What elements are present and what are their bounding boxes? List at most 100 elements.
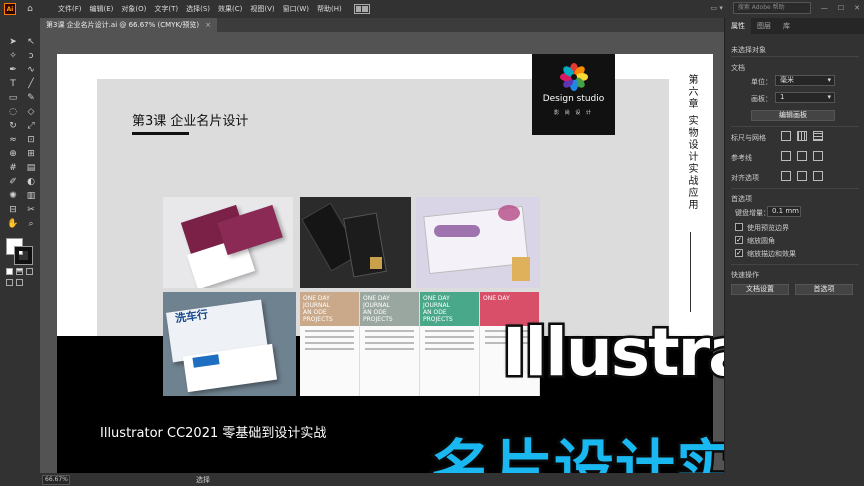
artboard-tool-icon[interactable]: ⊟ <box>6 204 20 216</box>
maximize-icon[interactable]: ☐ <box>838 4 844 12</box>
menu-window[interactable]: 窗口(W) <box>279 4 313 14</box>
none-mode-icon[interactable] <box>26 268 33 275</box>
tab-layers[interactable]: 图层 <box>751 18 777 34</box>
document-setup-button[interactable]: 文档设置 <box>731 284 789 295</box>
draw-normal-icon[interactable] <box>6 279 13 286</box>
magic-wand-icon[interactable]: ✧ <box>6 50 20 62</box>
slice-tool-icon[interactable]: ✂ <box>24 204 38 216</box>
fill-stroke-control[interactable] <box>6 238 33 265</box>
graph-tool-icon[interactable]: ▥ <box>24 190 38 202</box>
guides-label: 参考线 <box>731 154 752 162</box>
logo-title: Design studio <box>542 94 605 104</box>
draw-mode-row <box>6 279 40 286</box>
preview-bounds-checkbox[interactable] <box>735 223 743 231</box>
ruler-icon[interactable] <box>781 131 791 141</box>
selection-tool-icon[interactable]: ➤ <box>6 36 20 48</box>
menu-right: ▭ ▾ 搜索 Adobe 帮助 — ☐ ✕ <box>710 2 860 14</box>
minimize-icon[interactable]: — <box>821 4 828 12</box>
overlay-title-cn: 名片设计实例 <box>430 432 725 474</box>
lock-guides-icon[interactable] <box>797 151 807 161</box>
grid-icon[interactable] <box>797 131 807 141</box>
free-transform-icon[interactable]: ⊡ <box>24 134 38 146</box>
width-tool-icon[interactable]: ≈ <box>6 134 20 146</box>
lesson-title: 第3课 企业名片设计 <box>132 114 249 129</box>
preferences-button[interactable]: 首选项 <box>795 284 853 295</box>
shaper-tool-icon[interactable]: ◌ <box>6 106 20 118</box>
direct-selection-tool-icon[interactable]: ↖ <box>24 36 38 48</box>
edit-artboard-button[interactable]: 编辑画板 <box>751 110 835 121</box>
business-card-photo-transparent[interactable] <box>416 197 540 288</box>
menu-edit[interactable]: 编辑(E) <box>86 4 118 14</box>
snap-point-icon[interactable] <box>781 171 791 181</box>
menu-type[interactable]: 文字(T) <box>150 4 182 14</box>
search-help-input[interactable]: 搜索 Adobe 帮助 <box>732 2 811 14</box>
rectangle-tool-icon[interactable]: ▭ <box>6 92 20 104</box>
artboard[interactable]: 第3课 企业名片设计 Design studio 影 尚 设 计 第六章 实物设… <box>57 54 713 473</box>
scale-strokes-checkbox[interactable]: ✓ <box>735 249 743 257</box>
rulers-grids-label: 标尺与网格 <box>731 134 766 142</box>
business-card-photo-black-gold[interactable] <box>300 197 411 288</box>
gradient-tool-icon[interactable]: ▤ <box>24 162 38 174</box>
gradient-mode-icon[interactable] <box>16 268 23 275</box>
blend-tool-icon[interactable]: ◐ <box>24 176 38 188</box>
hand-tool-icon[interactable]: ✋ <box>6 218 20 230</box>
snap-pixel-icon[interactable] <box>797 171 807 181</box>
smart-guides-icon[interactable] <box>813 151 823 161</box>
menu-help[interactable]: 帮助(H) <box>313 4 346 14</box>
card-column-3: ONE DAY JOURNAL AN ODE PROJECTS <box>420 292 480 396</box>
eyedropper-icon[interactable]: ✐ <box>6 176 20 188</box>
shape-builder-icon[interactable]: ⊕ <box>6 148 20 160</box>
scale-tool-icon[interactable]: ⤢ <box>24 120 38 132</box>
menu-view[interactable]: 视图(V) <box>246 4 278 14</box>
flower-logo-icon <box>560 63 588 91</box>
scale-corners-checkbox[interactable]: ✓ <box>735 236 743 244</box>
close-window-icon[interactable]: ✕ <box>854 4 860 12</box>
close-tab-icon[interactable]: × <box>205 21 211 29</box>
status-tool-label[interactable]: 选择 <box>196 475 210 485</box>
perspective-grid-icon[interactable]: ⊞ <box>24 148 38 160</box>
business-card-photo-car-wash[interactable]: 洗车行 <box>163 292 296 396</box>
document-tab[interactable]: 第3课 企业名片设计.ai @ 66.67% (CMYK/预览) × <box>40 18 217 32</box>
rotate-tool-icon[interactable]: ↻ <box>6 120 20 132</box>
type-tool-icon[interactable]: T <box>6 78 20 90</box>
scale-strokes-label: 缩放描边和效果 <box>747 250 796 258</box>
unit-select[interactable]: 毫米 ▾ <box>775 75 835 86</box>
illustrator-logo-icon: Ai <box>4 3 16 15</box>
menu-object[interactable]: 对象(O) <box>117 4 150 14</box>
zoom-level-field[interactable]: 66.67% <box>42 474 70 485</box>
preferences-label: 首选项 <box>731 195 752 203</box>
canvas-area[interactable]: 第3课 企业名片设计 Design studio 影 尚 设 计 第六章 实物设… <box>40 32 724 473</box>
home-icon[interactable]: ⌂ <box>24 3 36 15</box>
pixel-grid-icon[interactable] <box>813 131 823 141</box>
show-guides-icon[interactable] <box>781 151 791 161</box>
snap-glyph-icon[interactable] <box>813 171 823 181</box>
paintbrush-icon[interactable]: ✎ <box>24 92 38 104</box>
card-column-1: ONE DAY JOURNAL AN ODE PROJECTS <box>300 292 360 396</box>
business-card-photo-burgundy[interactable] <box>163 197 293 288</box>
tab-properties[interactable]: 属性 <box>725 18 751 34</box>
menu-effect[interactable]: 效果(C) <box>214 4 246 14</box>
line-tool-icon[interactable]: ╱ <box>24 78 38 90</box>
unit-label: 单位： <box>751 78 772 86</box>
color-mode-icon[interactable] <box>6 268 13 275</box>
overlay-title-en: Illustrator <box>499 312 724 394</box>
eraser-icon[interactable]: ◇ <box>24 106 38 118</box>
curvature-tool-icon[interactable]: ∿ <box>24 64 38 76</box>
course-name: Illustrator CC2021 零基础到设计实战 <box>100 426 327 441</box>
artboard-select[interactable]: 1 ▾ <box>775 92 835 103</box>
zoom-tool-icon[interactable]: ⌕ <box>24 218 38 230</box>
symbol-sprayer-icon[interactable]: ✺ <box>6 190 20 202</box>
menu-file[interactable]: 文件(F) <box>54 4 86 14</box>
menu-select[interactable]: 选择(S) <box>182 4 214 14</box>
design-studio-logo: Design studio 影 尚 设 计 <box>532 54 615 135</box>
mesh-tool-icon[interactable]: # <box>6 162 20 174</box>
tab-libraries[interactable]: 库 <box>777 18 796 34</box>
arrange-documents-icon[interactable] <box>353 4 370 14</box>
document-label: 文档 <box>731 64 745 72</box>
pen-tool-icon[interactable]: ✒ <box>6 64 20 76</box>
keyboard-increment-input[interactable]: 0.1 mm <box>767 206 801 217</box>
workspace-icon[interactable]: ▭ ▾ <box>710 4 722 12</box>
screen-mode-icon[interactable] <box>16 279 23 286</box>
lasso-icon[interactable]: ↄ <box>24 50 38 62</box>
stroke-swatch[interactable] <box>14 246 33 265</box>
